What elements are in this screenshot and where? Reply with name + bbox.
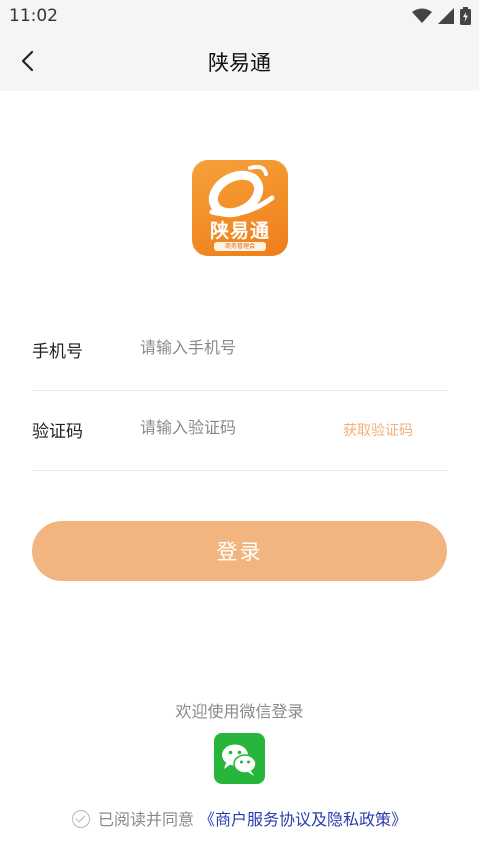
logo-text: 陕易通: [209, 220, 270, 242]
signal-icon: [438, 8, 454, 24]
code-label: 验证码: [32, 422, 83, 442]
wifi-icon: [412, 8, 432, 23]
get-code-button[interactable]: 获取验证码: [343, 420, 413, 440]
phone-row: 手机号: [32, 310, 447, 391]
nav-bar: 陕易通: [0, 32, 479, 91]
phone-input[interactable]: [140, 330, 330, 364]
phone-label: 手机号: [32, 342, 83, 362]
agreement-prefix: 已阅读并同意: [97, 810, 194, 829]
agreement-line: 已阅读并同意 《商户服务协议及隐私政策》: [0, 806, 479, 830]
wechat-icon: [222, 744, 257, 776]
battery-icon: [460, 7, 471, 25]
agree-checkbox[interactable]: [71, 810, 90, 828]
wechat-login-caption: 欢迎使用微信登录: [175, 702, 304, 721]
logo-subtext: 商务管理会: [214, 242, 266, 251]
login-button[interactable]: 登录: [32, 521, 447, 581]
logo-swoosh-icon: [208, 164, 275, 218]
code-row: 验证码 获取验证码: [32, 390, 447, 471]
status-time: 11:02: [9, 6, 58, 26]
page-title: 陕易通: [208, 51, 271, 75]
code-input[interactable]: [140, 410, 330, 444]
system-icons: [412, 6, 471, 26]
wechat-login-button[interactable]: [214, 733, 265, 784]
agreement-link[interactable]: 《商户服务协议及隐私政策》: [199, 810, 407, 829]
app-logo: 陕易通 商务管理会: [192, 160, 288, 256]
status-bar: 11:02: [0, 0, 479, 32]
